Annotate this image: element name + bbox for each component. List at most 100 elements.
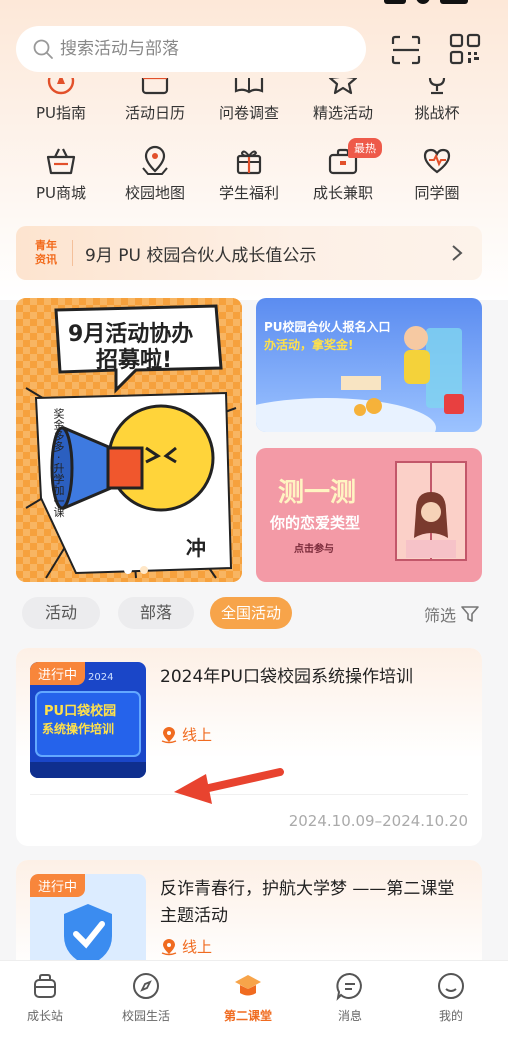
status-icons xyxy=(384,0,468,4)
grid-item-label: 问卷调查 xyxy=(218,104,279,122)
qr-code-icon[interactable] xyxy=(448,32,482,66)
grid-item-label: PU商城 xyxy=(35,184,87,202)
tab-label: 我的 xyxy=(438,1009,463,1023)
grid-item-label: 校园地图 xyxy=(124,184,185,202)
filter-bar: 活动 部落 全国活动 筛选 xyxy=(0,592,508,636)
tab-label: 消息 xyxy=(337,1009,362,1023)
smile-icon xyxy=(438,973,464,999)
location-pin-icon xyxy=(161,938,177,955)
activity-location: 线上 xyxy=(160,724,212,745)
banner-title: PU校园合伙人报名入口 xyxy=(264,320,391,334)
banner-side-text: 奖金多多 · 升学加一课 xyxy=(52,408,65,518)
carousel-dot xyxy=(124,566,132,574)
grid-item-classmates[interactable]: 同学圈 xyxy=(390,144,484,203)
location-pin-icon xyxy=(161,726,177,743)
grid-item-label: 活动日历 xyxy=(124,104,185,122)
grid-item-campus-map[interactable]: 校园地图 xyxy=(108,144,202,203)
grid-item-challenge-cup[interactable]: 挑战杯 xyxy=(390,78,484,123)
thumbnail-year: 2024 xyxy=(88,672,114,683)
thumbnail-text: PU口袋校园 xyxy=(44,704,117,719)
grid-item-student-welfare[interactable]: 学生福利 xyxy=(202,144,296,203)
grid-item-featured[interactable]: 精选活动 xyxy=(296,78,390,123)
signal-icon xyxy=(384,0,406,4)
grid-item-activity-calendar[interactable]: 活动日历 xyxy=(108,78,202,123)
grid-item-survey[interactable]: 问卷调查 xyxy=(202,78,296,123)
wifi-icon xyxy=(416,0,430,4)
news-tag-line1: 青年 xyxy=(35,239,57,252)
calendar-icon xyxy=(141,78,169,95)
grid-item-growth-job[interactable]: 最热 成长兼职 xyxy=(296,138,390,203)
battery-icon xyxy=(440,0,468,4)
graduation-cap-icon xyxy=(235,975,261,996)
activity-date: 2024.10.09–2024.10.20 xyxy=(288,812,468,830)
activity-location: 线上 xyxy=(160,936,212,957)
activity-thumbnail: 进行中 2024 PU口袋校园 系统操作培训 xyxy=(30,662,146,778)
tab-national-activity[interactable]: 全国活动 xyxy=(210,597,292,629)
feature-grid: PU指南 活动日历 问卷调查 精选活动 挑战杯 PU商城 校园地图 学生福利 最… xyxy=(0,78,508,214)
search-input[interactable] xyxy=(60,39,330,59)
banner-partner-signup[interactable]: PU校园合伙人报名入口 办活动，拿奖金! xyxy=(256,298,482,432)
backpack-icon xyxy=(34,974,56,998)
grid-item-pu-guide[interactable]: PU指南 xyxy=(14,78,108,123)
filter-button[interactable]: 筛选 xyxy=(424,602,480,626)
filter-label: 筛选 xyxy=(423,606,456,625)
search-bar[interactable] xyxy=(16,26,366,72)
tab-label: 校园生活 xyxy=(121,1009,170,1023)
news-divider xyxy=(72,240,73,266)
news-bar[interactable]: 青年 资讯 9月 PU 校园合伙人成长值公示 xyxy=(16,226,482,280)
trophy-icon xyxy=(428,78,446,95)
banner-title-2: 招募啦! xyxy=(96,348,173,373)
status-badge: 进行中 xyxy=(30,662,86,685)
banner-love-quiz[interactable]: 测一测 你的恋爱类型 点击参与 xyxy=(256,448,482,582)
news-tag: 青年 资讯 xyxy=(30,239,62,267)
tab-label: 成长站 xyxy=(26,1009,63,1023)
scan-icon[interactable] xyxy=(390,34,422,66)
tab-messages[interactable]: 消息 xyxy=(305,971,395,1024)
carousel-dot xyxy=(140,566,148,574)
message-icon xyxy=(336,972,362,1001)
activity-card[interactable]: 进行中 2024 PU口袋校园 系统操作培训 2024年PU口袋校园系统操作培训… xyxy=(16,648,482,846)
banner-recruitment[interactable]: 9月活动协办 招募啦! 奖金多多 · 升学加一课 冲 xyxy=(16,298,242,582)
hot-badge: 最热 xyxy=(348,138,382,158)
tab-activity[interactable]: 活动 xyxy=(22,597,100,629)
activity-title: 反诈青春行，护航大学梦 ——第二课堂主题活动 xyxy=(160,879,455,926)
compass-icon xyxy=(133,973,159,999)
book-icon xyxy=(234,78,264,94)
chevron-right-icon xyxy=(452,245,463,261)
search-icon xyxy=(33,39,53,59)
banner-subtitle: 你的恋爱类型 xyxy=(270,514,361,532)
banner-subtitle: 办活动，拿奖金! xyxy=(264,338,354,352)
thumbnail-text: 系统操作培训 xyxy=(42,722,115,736)
location-label: 线上 xyxy=(182,938,213,956)
grid-item-label: 学生福利 xyxy=(218,184,279,202)
tab-second-classroom[interactable]: 第二课堂 xyxy=(203,971,293,1024)
banner-side-mark: 冲 xyxy=(186,536,206,560)
tab-mine[interactable]: 我的 xyxy=(406,971,496,1024)
grid-item-label: 挑战杯 xyxy=(414,104,460,122)
banner-title: 测一测 xyxy=(278,478,357,508)
bottom-tab-bar: 成长站 校园生活 第二课堂 消息 我的 xyxy=(0,960,508,1047)
star-icon xyxy=(328,78,358,95)
activity-title: 2024年PU口袋校园系统操作培训 xyxy=(160,667,413,687)
tab-tribe[interactable]: 部落 xyxy=(118,597,194,629)
status-bar: ​ xyxy=(0,0,508,18)
news-tag-line2: 资讯 xyxy=(35,253,57,266)
status-badge: 进行中 xyxy=(30,874,86,897)
tab-label: 第二课堂 xyxy=(223,1009,272,1023)
tab-campus-life[interactable]: 校园生活 xyxy=(101,971,191,1024)
filter-icon xyxy=(461,606,479,622)
tab-growth-station[interactable]: 成长站 xyxy=(0,971,90,1024)
grid-item-label: 精选活动 xyxy=(312,104,373,122)
location-label: 线上 xyxy=(182,726,213,744)
basket-icon xyxy=(46,148,76,175)
grid-item-label: 同学圈 xyxy=(414,184,460,202)
banner-cta: 点击参与 xyxy=(294,544,334,555)
gift-icon xyxy=(236,150,262,175)
grid-item-label: 成长兼职 xyxy=(312,184,373,202)
heart-pulse-icon xyxy=(423,148,451,174)
annotation-arrow-icon xyxy=(174,768,284,804)
search-row xyxy=(16,26,492,72)
news-text: 9月 PU 校园合伙人成长值公示 xyxy=(85,245,317,266)
grid-item-pu-mall[interactable]: PU商城 xyxy=(14,144,108,203)
map-pin-icon xyxy=(142,145,168,175)
